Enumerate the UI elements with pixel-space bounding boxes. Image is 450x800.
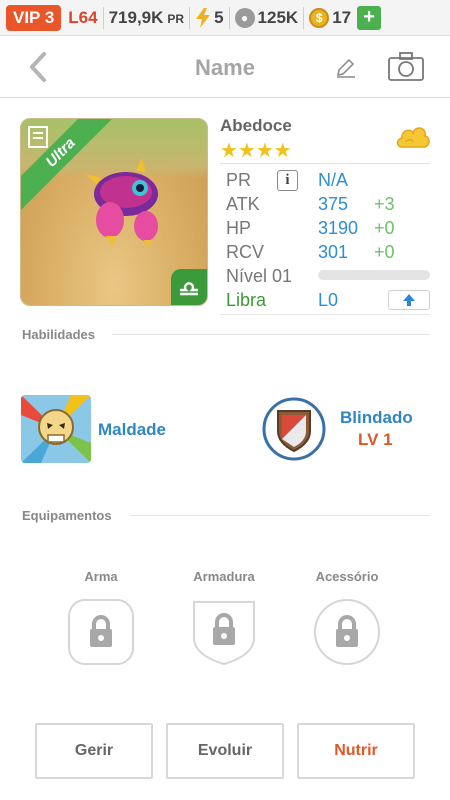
food-counter[interactable]: ● 125K	[234, 7, 299, 28]
page-header: Name	[0, 36, 450, 98]
coins-value: 17	[332, 7, 352, 27]
equipment-slot-label: Arma	[84, 569, 118, 584]
level-label: Nível 01	[226, 266, 293, 286]
feed-button[interactable]: Nutrir	[297, 723, 415, 779]
sign-label: Libra	[226, 290, 267, 310]
stat-value-atk: 375	[318, 194, 349, 214]
divider	[303, 6, 305, 29]
divider	[228, 6, 230, 29]
pencil-icon[interactable]	[334, 56, 358, 80]
shield-ability-icon[interactable]	[262, 397, 326, 461]
info-icon[interactable]: i	[277, 170, 298, 191]
paw-icon: ●	[234, 7, 255, 28]
ability-name[interactable]: Maldade	[98, 420, 166, 440]
page-title: Name	[195, 55, 255, 80]
equipment-slot-label: Armadura	[193, 569, 255, 584]
weapon-slot[interactable]	[67, 598, 135, 666]
manage-button[interactable]: Gerir	[35, 723, 153, 779]
upgrade-sign-button[interactable]	[388, 290, 430, 310]
coins-counter[interactable]: $ 17	[309, 7, 352, 28]
energy-value: 5	[214, 7, 224, 27]
stat-bonus-hp: +0	[374, 218, 395, 238]
energy-counter[interactable]: 5	[195, 7, 224, 28]
sign-level: L0	[318, 290, 339, 310]
arrow-up-icon	[403, 294, 415, 306]
stat-label-rcv: RCV	[226, 242, 265, 262]
document-icon	[28, 126, 48, 148]
monster-name: Abedoce	[220, 116, 292, 135]
divider	[189, 6, 191, 29]
power-unit: PR	[167, 11, 185, 26]
divider	[220, 163, 430, 164]
power-rating: 719,9K PR	[109, 8, 185, 28]
monster-portrait[interactable]: Ultra	[20, 118, 208, 306]
add-currency-button[interactable]: +	[357, 5, 382, 30]
stat-label-pr: PR	[226, 170, 252, 190]
camera-icon[interactable]	[388, 52, 424, 82]
stat-label-atk: ATK	[226, 194, 260, 214]
divider	[130, 515, 430, 516]
cloud-element-icon[interactable]	[394, 121, 432, 153]
vip-label: VIP 3	[13, 7, 55, 27]
status-bar: VIP 3 L64 719,9K PR 5 ● 125K $ 17 +	[0, 0, 450, 36]
libra-icon	[180, 282, 198, 296]
accessory-slot[interactable]	[313, 598, 381, 666]
vip-badge[interactable]: VIP 3	[6, 4, 62, 31]
stat-value-rcv: 301	[318, 242, 349, 262]
abilities-section-title: Habilidades	[22, 327, 95, 342]
equipment-section-title: Equipamentos	[22, 508, 112, 523]
power-value: 719,9K	[108, 7, 164, 27]
skull-icon	[21, 395, 91, 463]
level-progress-bar	[318, 270, 430, 280]
ability-name[interactable]: Blindado	[340, 408, 413, 428]
evolve-button[interactable]: Evoluir	[166, 723, 284, 779]
coin-icon: $	[309, 7, 330, 28]
stat-value-hp: 3190	[318, 218, 359, 238]
ability-maldade-icon[interactable]	[21, 395, 91, 463]
divider	[220, 314, 430, 315]
stat-bonus-rcv: +0	[374, 242, 395, 262]
divider	[112, 334, 430, 335]
lightning-icon	[196, 7, 211, 28]
star-rating: ★★★★	[220, 140, 292, 162]
stat-value-pr: N/A	[318, 170, 349, 190]
food-value: 125K	[257, 7, 299, 27]
armor-slot[interactable]	[190, 598, 258, 666]
equipment-slot-label: Acessório	[315, 569, 379, 584]
stat-label-hp: HP	[226, 218, 252, 238]
ability-level: LV 1	[358, 430, 393, 449]
divider	[102, 6, 104, 29]
libra-badge	[171, 269, 207, 305]
stat-bonus-atk: +3	[374, 194, 395, 214]
player-level: L64	[68, 7, 98, 27]
